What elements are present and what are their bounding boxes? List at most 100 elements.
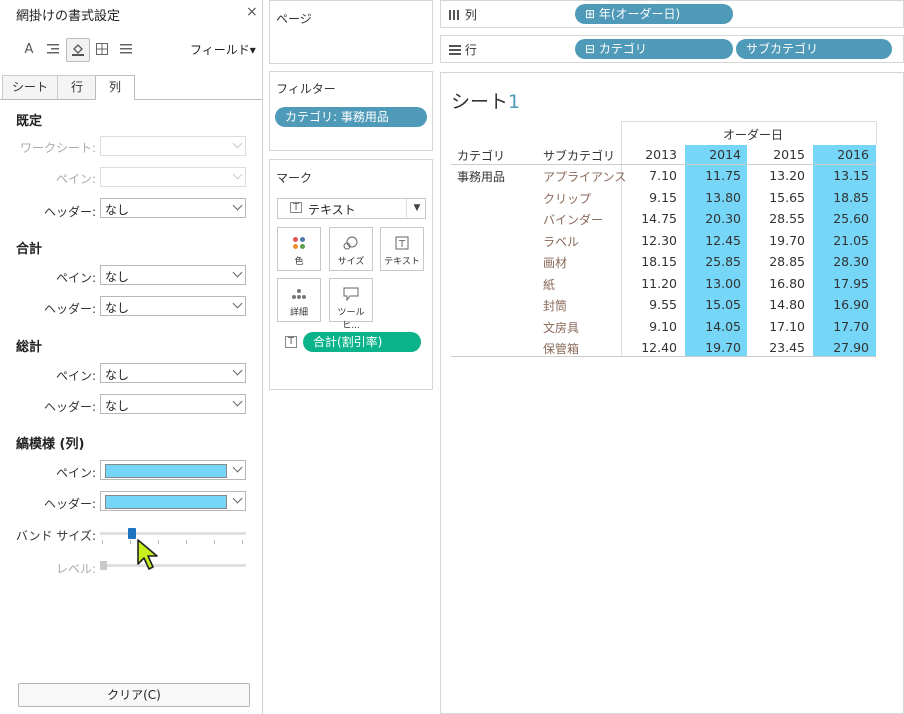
- pages-card[interactable]: ページ: [269, 0, 433, 64]
- value-cell[interactable]: 14.05: [685, 319, 741, 334]
- value-cell[interactable]: 28.85: [749, 254, 805, 269]
- band-size-slider[interactable]: [100, 532, 246, 544]
- default-pane-label: ペイン:: [55, 172, 96, 186]
- value-cell[interactable]: 12.30: [621, 233, 677, 248]
- value-cell[interactable]: 18.85: [813, 190, 869, 205]
- columns-shelf[interactable]: 列 ⊞ 年(オーダー日): [440, 0, 904, 28]
- value-cell[interactable]: 27.90: [813, 340, 869, 355]
- measure-pill[interactable]: 合計(割引率): [303, 332, 421, 352]
- grand-total-header-dropdown[interactable]: なし: [100, 394, 246, 414]
- value-cell[interactable]: 28.55: [749, 211, 805, 226]
- value-cell[interactable]: 13.15: [813, 168, 869, 183]
- alignment-icon[interactable]: [42, 38, 64, 60]
- color-icon: [278, 236, 320, 250]
- lines-icon[interactable]: [115, 38, 137, 60]
- year-header[interactable]: 2014: [685, 147, 741, 162]
- detail-mark-button[interactable]: 詳細: [277, 278, 321, 322]
- tab-sheet[interactable]: シート: [2, 75, 58, 99]
- value-cell[interactable]: 20.30: [685, 211, 741, 226]
- subcategory-cell[interactable]: バインダー: [543, 211, 603, 228]
- value-cell[interactable]: 16.90: [813, 297, 869, 312]
- value-cell[interactable]: 11.20: [621, 276, 677, 291]
- subcategory-cell[interactable]: アプライアンス: [543, 168, 626, 185]
- subcategory-cell[interactable]: 文房具: [543, 319, 579, 336]
- close-icon[interactable]: ×: [246, 4, 258, 20]
- value-cell[interactable]: 9.55: [621, 297, 677, 312]
- value-cell[interactable]: 21.05: [813, 233, 869, 248]
- value-cell[interactable]: 23.45: [749, 340, 805, 355]
- filter-pill[interactable]: カテゴリ: 事務用品: [275, 107, 427, 127]
- value-cell[interactable]: 14.80: [749, 297, 805, 312]
- subcategory-cell[interactable]: クリップ: [543, 190, 591, 207]
- grand-total-pane-dropdown[interactable]: なし: [100, 363, 246, 383]
- value-cell[interactable]: 7.10: [621, 168, 677, 183]
- text-mark-button[interactable]: T テキスト: [380, 227, 424, 271]
- mark-type-dropdown[interactable]: T テキスト ▼: [277, 198, 426, 219]
- rows-label-text: 行: [464, 43, 477, 57]
- value-cell[interactable]: 25.85: [685, 254, 741, 269]
- total-pane-label: ペイン:: [55, 271, 96, 285]
- year-header[interactable]: 2015: [749, 147, 805, 162]
- value-cell[interactable]: 13.80: [685, 190, 741, 205]
- fields-dropdown[interactable]: フィールド▾: [190, 41, 256, 58]
- value-cell[interactable]: 17.95: [813, 276, 869, 291]
- value-cell[interactable]: 19.70: [749, 233, 805, 248]
- value-cell[interactable]: 28.30: [813, 254, 869, 269]
- value-cell[interactable]: 12.45: [685, 233, 741, 248]
- size-mark-button[interactable]: サイズ: [329, 227, 373, 271]
- order-date-header[interactable]: オーダー日: [723, 126, 783, 143]
- text-label: テキスト: [384, 257, 420, 267]
- section-banding-title: 縞模様 (列): [16, 437, 85, 452]
- value-cell[interactable]: 13.00: [685, 276, 741, 291]
- value-cell[interactable]: 9.10: [621, 319, 677, 334]
- dropdown-value: なし: [105, 301, 130, 315]
- clear-button[interactable]: クリア(C): [18, 683, 250, 707]
- value-cell[interactable]: 12.40: [621, 340, 677, 355]
- banding-pane-label: ペイン:: [55, 466, 96, 480]
- filters-card[interactable]: フィルター カテゴリ: 事務用品: [269, 71, 433, 151]
- banding-pane-color-dropdown[interactable]: [100, 460, 246, 480]
- subcategory-cell[interactable]: ラベル: [543, 233, 579, 250]
- worksheet-view[interactable]: シート1 オーダー日 カテゴリ サブカテゴリ 事務用品 2013 2014 2015…: [440, 72, 904, 714]
- value-cell[interactable]: 17.70: [813, 319, 869, 334]
- category-cell[interactable]: 事務用品: [457, 168, 505, 185]
- value-cell[interactable]: 18.15: [621, 254, 677, 269]
- value-cell[interactable]: 15.05: [685, 297, 741, 312]
- columns-icon: [449, 10, 459, 20]
- value-cell[interactable]: 14.75: [621, 211, 677, 226]
- subcategory-cell[interactable]: 紙: [543, 276, 555, 293]
- category-header[interactable]: カテゴリ: [457, 147, 505, 164]
- subcategory-cell[interactable]: 封筒: [543, 297, 567, 314]
- columns-label-text: 列: [464, 8, 477, 22]
- year-order-date-pill[interactable]: ⊞ 年(オーダー日): [575, 4, 733, 24]
- shading-icon[interactable]: [66, 38, 90, 62]
- value-cell[interactable]: 17.10: [749, 319, 805, 334]
- value-cell[interactable]: 19.70: [685, 340, 741, 355]
- tab-columns[interactable]: 列: [95, 75, 135, 100]
- color-mark-button[interactable]: 色: [277, 227, 321, 271]
- tab-rows[interactable]: 行: [57, 75, 97, 99]
- category-pill[interactable]: ⊟ カテゴリ: [575, 39, 733, 59]
- subcategory-header[interactable]: サブカテゴリ: [543, 147, 615, 164]
- value-cell[interactable]: 15.65: [749, 190, 805, 205]
- value-cell[interactable]: 11.75: [685, 168, 741, 183]
- subcategory-cell[interactable]: 画材: [543, 254, 567, 271]
- band-size-slider-thumb[interactable]: [128, 528, 136, 539]
- banding-header-color-dropdown[interactable]: [100, 491, 246, 511]
- borders-icon[interactable]: [91, 38, 113, 60]
- rows-shelf[interactable]: 行 ⊟ カテゴリ サブカテゴリ: [440, 35, 904, 63]
- year-header[interactable]: 2013: [621, 147, 677, 162]
- value-cell[interactable]: 25.60: [813, 211, 869, 226]
- year-header[interactable]: 2016: [813, 147, 869, 162]
- value-cell[interactable]: 9.15: [621, 190, 677, 205]
- total-header-dropdown[interactable]: なし: [100, 296, 246, 316]
- grand-total-header-label: ヘッダー:: [43, 400, 96, 414]
- total-pane-dropdown[interactable]: なし: [100, 265, 246, 285]
- tooltip-mark-button[interactable]: ツールヒ...: [329, 278, 373, 331]
- default-header-dropdown[interactable]: なし: [100, 198, 246, 218]
- font-icon[interactable]: A: [18, 38, 40, 60]
- subcategory-pill[interactable]: サブカテゴリ: [736, 39, 892, 59]
- subcategory-cell[interactable]: 保管箱: [543, 340, 579, 357]
- value-cell[interactable]: 16.80: [749, 276, 805, 291]
- value-cell[interactable]: 13.20: [749, 168, 805, 183]
